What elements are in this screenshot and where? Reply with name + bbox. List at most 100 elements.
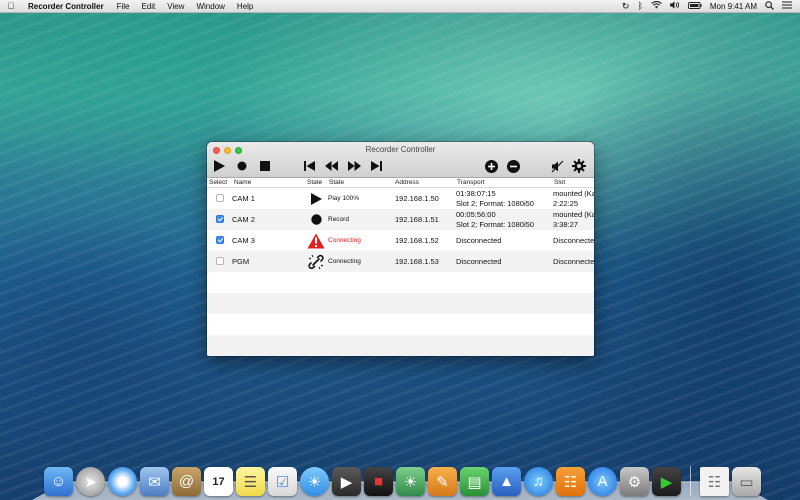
recorder-name: CAM 3 bbox=[232, 236, 255, 245]
contacts-icon[interactable]: @ bbox=[172, 467, 201, 496]
previous-clip-button[interactable] bbox=[302, 159, 316, 173]
gear-icon bbox=[572, 159, 586, 173]
slot-remaining: 2:22:25 bbox=[553, 199, 579, 208]
recorder-address: 192.168.1.52 bbox=[395, 236, 439, 245]
recorder-address: 192.168.1.51 bbox=[395, 215, 439, 224]
calendar-icon[interactable]: 17 bbox=[204, 467, 233, 496]
menu-help[interactable]: Help bbox=[231, 2, 259, 11]
recorder-controller-app-icon[interactable]: ▶ bbox=[652, 467, 681, 496]
broken-link-icon bbox=[307, 253, 325, 270]
empty-row bbox=[207, 335, 594, 356]
rewind-button[interactable] bbox=[324, 159, 338, 173]
slot-status: mounted (Ka bbox=[553, 189, 594, 198]
reminders-icon[interactable]: ☑ bbox=[268, 467, 297, 496]
itunes-icon[interactable]: ♫ bbox=[524, 467, 553, 496]
table-row[interactable]: CAM 3 Connecting 192.168.1.52 Disconnect… bbox=[207, 230, 594, 251]
table-header: Select Name State State Address Transpor… bbox=[207, 178, 594, 188]
stop-button[interactable] bbox=[258, 159, 272, 173]
notification-center-icon[interactable] bbox=[782, 1, 792, 11]
window-title: Recorder Controller bbox=[365, 145, 436, 154]
recorder-name: CAM 1 bbox=[232, 194, 255, 203]
recorder-state: Play 100% bbox=[328, 195, 360, 202]
mute-button[interactable] bbox=[550, 159, 564, 173]
next-clip-button[interactable] bbox=[369, 159, 383, 173]
remove-recorder-button[interactable] bbox=[506, 159, 520, 173]
table-row[interactable]: CAM 1 Play 100% 192.168.1.50 01:38:07:15… bbox=[207, 188, 594, 209]
recorder-table: CAM 1 Play 100% 192.168.1.50 01:38:07:15… bbox=[207, 188, 594, 356]
empty-row bbox=[207, 272, 594, 293]
dock-separator bbox=[690, 466, 691, 496]
recorder-state: Connecting bbox=[328, 258, 361, 265]
app-store-icon[interactable]: A bbox=[588, 467, 617, 496]
safari-icon[interactable]: ❅ bbox=[108, 467, 137, 496]
recorder-address: 192.168.1.53 bbox=[395, 257, 439, 266]
menu-bar:  Recorder Controller File Edit View Win… bbox=[0, 0, 800, 13]
row-select-checkbox[interactable] bbox=[216, 194, 224, 202]
battery-icon[interactable] bbox=[687, 1, 702, 11]
row-select-checkbox[interactable] bbox=[216, 236, 224, 244]
settings-button[interactable] bbox=[572, 159, 586, 173]
menu-file[interactable]: File bbox=[111, 2, 136, 11]
skip-back-icon bbox=[303, 161, 315, 171]
transport-timecode: 00:05:56:00 bbox=[456, 210, 496, 219]
recorder-state: Connecting bbox=[328, 237, 361, 244]
column-header-name[interactable]: Name bbox=[234, 179, 251, 186]
column-header-state-icon[interactable]: State bbox=[307, 179, 322, 186]
play-icon bbox=[213, 160, 225, 172]
notes-icon[interactable]: ☰ bbox=[236, 467, 265, 496]
launchpad-icon[interactable]: ➤ bbox=[76, 467, 105, 496]
iphoto-icon[interactable]: ☀ bbox=[396, 467, 425, 496]
menu-edit[interactable]: Edit bbox=[135, 2, 161, 11]
column-header-select[interactable]: Select bbox=[209, 179, 227, 186]
row-select-checkbox[interactable] bbox=[216, 215, 224, 223]
time-machine-icon[interactable]: ↻ bbox=[622, 1, 630, 11]
add-recorder-button[interactable] bbox=[484, 159, 498, 173]
play-icon bbox=[307, 190, 325, 207]
play-button[interactable] bbox=[212, 159, 226, 173]
menu-app-name[interactable]: Recorder Controller bbox=[22, 2, 111, 11]
recorder-state: Record bbox=[328, 216, 349, 223]
rewind-icon bbox=[324, 161, 338, 171]
transport-timecode: 01:38:07:15 bbox=[456, 189, 496, 198]
column-header-transport[interactable]: Transport bbox=[457, 179, 485, 186]
recorder-controller-window: Recorder Controller Select Name State St… bbox=[207, 142, 594, 356]
ibooks-icon[interactable]: ☷ bbox=[556, 467, 585, 496]
slot-remaining: 3:38:27 bbox=[553, 220, 579, 229]
column-header-address[interactable]: Address bbox=[395, 179, 419, 186]
speaker-muted-icon bbox=[551, 160, 563, 172]
table-row[interactable]: CAM 2 Record 192.168.1.51 00:05:56:00 Sl… bbox=[207, 209, 594, 230]
photo-booth-icon[interactable]: ■ bbox=[364, 467, 393, 496]
documents-stack-icon[interactable]: ☷ bbox=[700, 467, 729, 496]
menu-clock[interactable]: Mon 9:41 AM bbox=[710, 2, 757, 11]
finder-icon[interactable]: ☺ bbox=[44, 467, 73, 496]
fast-forward-button[interactable] bbox=[347, 159, 361, 173]
spotlight-search-icon[interactable] bbox=[765, 0, 774, 12]
dock: ☺ ➤ ❅ ✉ @ 17 ☰ ☑ ☀ ▶ ■ ☀ ✎ ▤ ▲ ♫ ☷ A ⚙ ▶… bbox=[44, 456, 764, 496]
facetime-icon[interactable]: ▶ bbox=[332, 467, 361, 496]
empty-row bbox=[207, 293, 594, 314]
window-titlebar[interactable]: Recorder Controller bbox=[207, 142, 594, 178]
wifi-icon[interactable] bbox=[651, 0, 662, 11]
apple-menu-icon[interactable]:  bbox=[0, 1, 22, 11]
messages-icon[interactable]: ☀ bbox=[300, 467, 329, 496]
pages-icon[interactable]: ✎ bbox=[428, 467, 457, 496]
recorder-address: 192.168.1.50 bbox=[395, 194, 439, 203]
column-header-slot[interactable]: Slot bbox=[554, 179, 565, 186]
column-header-state[interactable]: State bbox=[329, 179, 344, 186]
row-select-checkbox[interactable] bbox=[216, 257, 224, 265]
menu-view[interactable]: View bbox=[161, 2, 190, 11]
menu-window[interactable]: Window bbox=[190, 2, 230, 11]
stop-icon bbox=[260, 161, 270, 171]
keynote-icon[interactable]: ▲ bbox=[492, 467, 521, 496]
table-row[interactable]: PGM Connecting 192.168.1.53 Disconnected… bbox=[207, 251, 594, 272]
mail-icon[interactable]: ✉ bbox=[140, 467, 169, 496]
volume-icon[interactable] bbox=[669, 1, 680, 11]
record-button[interactable] bbox=[235, 159, 249, 173]
recorder-name: PGM bbox=[232, 257, 250, 266]
bluetooth-icon[interactable]: ᛒ bbox=[637, 1, 642, 11]
transport-status: Disconnected bbox=[456, 257, 502, 266]
numbers-icon[interactable]: ▤ bbox=[460, 467, 489, 496]
record-icon bbox=[237, 161, 247, 171]
system-preferences-icon[interactable]: ⚙ bbox=[620, 467, 649, 496]
trash-icon[interactable]: ▭ bbox=[732, 467, 761, 496]
